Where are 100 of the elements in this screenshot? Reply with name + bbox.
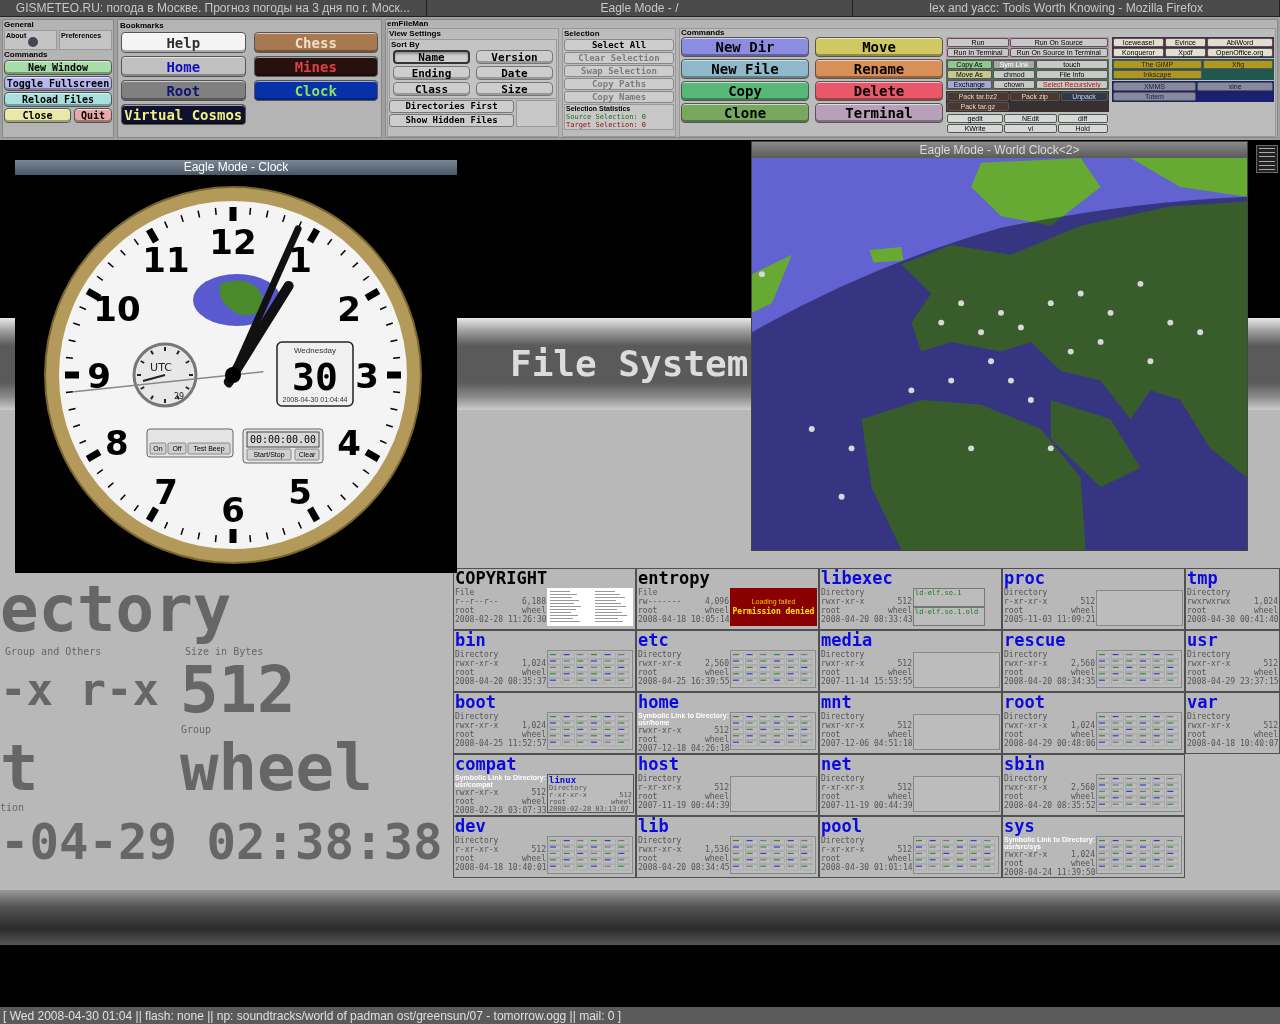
file-owner: root bbox=[1004, 668, 1024, 677]
file-command-button[interactable]: Copy bbox=[681, 81, 809, 101]
toggle-button[interactable]: Show Hidden Files bbox=[389, 114, 514, 127]
file-command-button[interactable]: Delete bbox=[815, 81, 943, 101]
file-owner: root bbox=[821, 792, 841, 801]
file-name: COPYRIGHT bbox=[455, 569, 548, 588]
file-name: bin bbox=[455, 631, 486, 650]
window-title-tab[interactable]: lex and yacc: Tools Worth Knowing - Mozilla Firefox bbox=[853, 0, 1280, 16]
file-date: 2008-02-28 11:26:30 bbox=[455, 615, 547, 624]
file-entry-card[interactable]: proc Directory r-xr-xr-x 512 root wheel 2005-11-03 11:09:21 bbox=[1002, 568, 1185, 630]
file-group: wheel bbox=[1070, 606, 1095, 615]
file-permissions: rwxr-xr-x bbox=[1004, 850, 1048, 859]
sort-option-button[interactable]: Version bbox=[476, 50, 553, 64]
clock-numeral: 5 bbox=[288, 472, 312, 513]
file-command-button[interactable]: Clone bbox=[681, 103, 809, 123]
file-date: 2008-04-24 11:39:50 bbox=[1004, 868, 1096, 877]
scroll-handle-icon[interactable] bbox=[1256, 145, 1278, 173]
file-date: 2008-04-20 08:35:37 bbox=[455, 677, 547, 686]
file-size: 2,560 bbox=[1070, 783, 1095, 792]
subdirectory-name: linux bbox=[549, 775, 577, 785]
file-name: usr bbox=[1187, 631, 1218, 650]
command-button[interactable]: Quit bbox=[74, 108, 112, 123]
file-command-button[interactable]: New Dir bbox=[681, 37, 809, 57]
weekday-label: Wednesday bbox=[293, 346, 337, 355]
file-permissions: r-xr-xr-x bbox=[821, 783, 865, 792]
file-entry-card[interactable]: host Directory r-xr-xr-x 512 root wheel 2007-11-19 00:44:39 bbox=[636, 754, 819, 816]
bookmark-button[interactable]: Clock bbox=[253, 80, 378, 101]
command-button[interactable]: Reload Files bbox=[4, 92, 112, 107]
file-permissions: rwxrwxrwx bbox=[1187, 597, 1231, 606]
file-entry-card[interactable]: pool Directory r-xr-xr-x 512 root wheel 2008-04-30 01:01:14 bbox=[819, 816, 1002, 878]
file-owner: root bbox=[455, 606, 475, 615]
command-button[interactable]: Close bbox=[4, 108, 71, 123]
file-entry-card[interactable]: rescue Directory rwxr-xr-x 2,560 root wheel 2008-04-20 08:34:35 bbox=[1002, 630, 1185, 692]
file-entry-card[interactable]: root Directory rwxr-xr-x 1,024 root wheel 2008-04-29 00:48:06 bbox=[1002, 692, 1185, 754]
bookmark-button[interactable]: Help bbox=[121, 32, 246, 53]
file-size: 512 bbox=[1263, 721, 1278, 730]
file-entry-card[interactable]: bin Directory rwxr-xr-x 1,024 root wheel 2008-04-20 08:35:37 bbox=[453, 630, 636, 692]
file-entry-card[interactable]: dev Directory r-xr-xr-x 512 root wheel 2008-04-18 10:40:01 bbox=[453, 816, 636, 878]
permissions-value: -x r-x bbox=[0, 663, 159, 717]
file-group: wheel bbox=[521, 730, 546, 739]
bookmark-button[interactable]: Mines bbox=[253, 56, 378, 77]
command-button[interactable]: New Window bbox=[4, 60, 112, 75]
clock-numeral: 3 bbox=[355, 356, 379, 396]
sort-option-button[interactable]: Date bbox=[476, 66, 553, 80]
file-date: 2008-04-20 08:34:45 bbox=[638, 863, 730, 872]
file-date: 2008-04-25 16:39:55 bbox=[638, 677, 730, 686]
file-size: 512 bbox=[1080, 597, 1095, 606]
file-entry-card[interactable]: COPYRIGHT File r--r--r-- 6,188 root wheel 2008-02-28 11:26:30 bbox=[453, 568, 636, 630]
file-type: File bbox=[638, 588, 658, 597]
file-permissions: rwxr-xr-x bbox=[1004, 721, 1048, 730]
sort-option-button[interactable]: Class bbox=[393, 82, 470, 96]
bookmark-button[interactable]: Virtual Cosmos bbox=[121, 104, 246, 125]
file-entry-card[interactable]: mnt Directory rwxr-xr-x 512 root wheel 2007-12-06 04:51:18 bbox=[819, 692, 1002, 754]
file-entry-card[interactable]: net Directory r-xr-xr-x 512 root wheel 2007-11-19 00:44:39 bbox=[819, 754, 1002, 816]
sort-option-button[interactable]: Name bbox=[393, 50, 470, 64]
bookmark-button[interactable]: Home bbox=[121, 56, 246, 77]
group-label: Sort By bbox=[391, 41, 420, 49]
hand-pivot bbox=[225, 367, 241, 383]
file-entry-card[interactable]: lib Directory rwxr-xr-x 1,536 root wheel 2008-04-20 08:34:45 bbox=[636, 816, 819, 878]
file-type: Directory bbox=[1187, 712, 1231, 721]
file-name: libexec bbox=[821, 569, 893, 588]
sort-option-button[interactable]: Size bbox=[476, 82, 553, 96]
toggle-button[interactable]: Directories First bbox=[389, 100, 514, 113]
file-entry-card[interactable]: var Directory rwxr-xr-x 512 root wheel 2008-04-18 10:40:07 bbox=[1185, 692, 1280, 754]
clock-numeral: 10 bbox=[93, 289, 141, 329]
file-command-button[interactable]: Move bbox=[815, 37, 943, 57]
file-size: 512 bbox=[897, 845, 912, 854]
sort-option-button[interactable]: Ending bbox=[393, 66, 470, 80]
file-command-button[interactable]: Rename bbox=[815, 59, 943, 79]
file-entry-card[interactable]: boot Directory rwxr-xr-x 1,024 root wheel 2008-04-25 11:52:57 bbox=[453, 692, 636, 754]
window-title: Eagle Mode - World Clock<2> bbox=[752, 142, 1247, 158]
file-permissions: rwxr-xr-x bbox=[638, 659, 682, 668]
file-permissions: rwxr-xr-x bbox=[638, 726, 682, 735]
window-title-tab[interactable]: Eagle Mode - / bbox=[426, 0, 854, 16]
file-owner: root bbox=[455, 854, 475, 863]
file-type: Directory bbox=[821, 836, 865, 845]
file-entry-card[interactable]: tmp Directory rwxrwxrwx 1,024 root wheel 2008-04-30 00:41:40 bbox=[1185, 568, 1280, 630]
file-date: 2007-11-14 15:53:55 bbox=[821, 677, 913, 686]
bookmark-button[interactable]: Root bbox=[121, 80, 246, 101]
file-entry-card[interactable]: etc Directory rwxr-xr-x 2,560 root wheel 2008-04-25 16:39:55 bbox=[636, 630, 819, 692]
file-date: 2008-04-18 10:05:14 bbox=[638, 615, 730, 624]
file-entry-card[interactable]: media Directory rwxr-xr-x 512 root wheel 2007-11-14 15:53:55 bbox=[819, 630, 1002, 692]
error-message: Permission denied bbox=[732, 608, 815, 616]
file-group: wheel bbox=[521, 854, 546, 863]
file-owner: root bbox=[1004, 792, 1024, 801]
file-entry-card[interactable]: usr Directory rwxr-xr-x 512 root wheel 2008-04-29 23:37:15 bbox=[1185, 630, 1280, 692]
file-type: Directory bbox=[1187, 650, 1231, 659]
selection-button[interactable]: Select All bbox=[564, 39, 674, 51]
file-entry-card[interactable]: sbin Directory rwxr-xr-x 2,560 root wheel 2008-04-20 08:35:52 bbox=[1002, 754, 1185, 816]
file-command-button[interactable]: Terminal bbox=[815, 103, 943, 123]
file-permissions: r-xr-xr-x bbox=[455, 845, 499, 854]
file-command-button[interactable]: New File bbox=[681, 59, 809, 79]
file-date: 2008-04-18 10:40:01 bbox=[455, 863, 547, 872]
window-title-tab[interactable]: GISMETEO.RU: погода в Москве. Прогноз погоды на 3 дня по г. Моск... bbox=[0, 0, 427, 16]
command-button[interactable]: Toggle Fullscreen bbox=[4, 76, 112, 91]
file-permissions: r-xr-xr-x bbox=[1004, 597, 1048, 606]
file-group: wheel bbox=[521, 797, 546, 806]
file-size: 512 bbox=[897, 659, 912, 668]
file-owner: root bbox=[821, 730, 841, 739]
file-date: 2007-11-19 00:44:39 bbox=[821, 801, 913, 810]
